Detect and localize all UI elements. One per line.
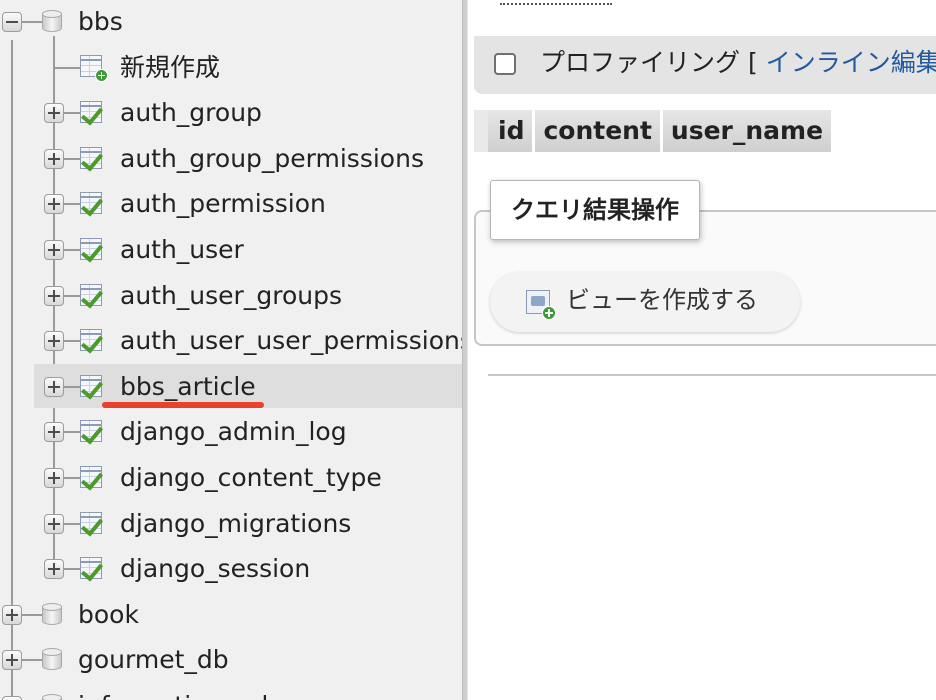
profiling-checkbox[interactable] <box>494 53 516 75</box>
new-table-icon <box>80 55 108 82</box>
tree-guide-line <box>64 158 80 160</box>
column-header-content[interactable]: content <box>535 110 663 152</box>
table-icon <box>80 420 106 445</box>
db-row-book[interactable]: book <box>0 593 462 637</box>
expand-icon[interactable] <box>44 377 64 397</box>
table-icon <box>80 147 106 172</box>
db-name[interactable]: gourmet_db <box>78 645 229 675</box>
table-icon <box>80 375 106 400</box>
database-icon <box>42 10 62 34</box>
tree-guide-line <box>64 112 80 114</box>
table-name[interactable]: django_session <box>120 554 310 584</box>
database-icon <box>42 603 62 627</box>
create-view-label: ビューを作成する <box>566 286 758 314</box>
add-icon <box>542 306 556 320</box>
tree-guide-line <box>22 21 42 23</box>
table-row-auth_group_permissions[interactable]: auth_group_permissions <box>0 137 462 181</box>
expand-icon[interactable] <box>44 103 64 123</box>
tree-guide-line <box>64 203 80 205</box>
table-icon <box>80 466 106 491</box>
table-icon <box>80 284 106 309</box>
collapse-icon[interactable] <box>2 12 22 32</box>
create-view-button[interactable]: ビューを作成する <box>490 272 800 332</box>
table-icon <box>80 512 106 537</box>
table-name[interactable]: auth_permission <box>120 189 326 219</box>
table-icon <box>80 557 106 582</box>
db-name[interactable]: bbs <box>78 7 123 37</box>
main-content: プロファイリング [ インライン編集 id content user_name … <box>468 0 936 700</box>
expand-icon[interactable] <box>44 240 64 260</box>
table-name[interactable]: auth_user <box>120 235 244 265</box>
profiling-bar: プロファイリング [ インライン編集 <box>474 36 936 94</box>
truncated-link[interactable] <box>500 0 612 5</box>
table-name[interactable]: django_admin_log <box>120 417 347 447</box>
table-row-django_session[interactable]: django_session <box>0 547 462 591</box>
table-row-auth_group[interactable]: auth_group <box>0 91 462 135</box>
table-icon <box>80 329 106 354</box>
table-row-auth_user_groups[interactable]: auth_user_groups <box>0 274 462 318</box>
tree-guide-line <box>22 659 42 661</box>
profiling-label: プロファイリング <box>540 48 741 77</box>
tree-guide-line <box>64 386 80 388</box>
db-name[interactable]: book <box>78 600 139 630</box>
tree-guide-line <box>64 477 80 479</box>
table-icon <box>80 101 106 126</box>
tree-guide-line <box>54 67 80 69</box>
expand-icon[interactable] <box>44 422 64 442</box>
inline-edit-link[interactable]: インライン編集 <box>766 48 936 77</box>
tree-guide-line <box>64 523 80 525</box>
expand-icon[interactable] <box>44 559 64 579</box>
table-row-auth_user[interactable]: auth_user <box>0 228 462 272</box>
expand-icon[interactable] <box>2 650 22 670</box>
bracket-open: [ <box>747 48 758 77</box>
table-name[interactable]: auth_user_groups <box>120 281 342 311</box>
tree-guide-line <box>22 614 42 616</box>
expand-icon[interactable] <box>2 696 22 700</box>
db-row-gourmet_db[interactable]: gourmet_db <box>0 638 462 682</box>
table-row-django_admin_log[interactable]: django_admin_log <box>0 410 462 454</box>
column-header-user_name[interactable]: user_name <box>662 110 835 152</box>
annotation-underline <box>102 402 264 408</box>
result-table-header: id content user_name <box>474 110 835 152</box>
table-name[interactable]: auth_group <box>120 98 262 128</box>
tree-guide-line <box>64 295 80 297</box>
expand-icon[interactable] <box>44 468 64 488</box>
new-label[interactable]: 新規作成 <box>120 53 220 83</box>
table-name[interactable]: auth_group_permissions <box>120 144 424 174</box>
table-name-selected[interactable]: bbs_article <box>120 372 256 402</box>
expand-icon[interactable] <box>44 286 64 306</box>
database-icon <box>42 694 62 700</box>
expand-icon[interactable] <box>44 194 64 214</box>
table-icon <box>80 192 106 217</box>
table-row-auth_user_user_permissions[interactable]: auth_user_user_permissions <box>0 319 462 363</box>
section-divider <box>488 374 936 376</box>
expand-icon[interactable] <box>44 331 64 351</box>
tree-item-new[interactable]: 新規作成 <box>0 46 462 90</box>
tree-guide-line <box>64 431 80 433</box>
tree-guide-line <box>64 568 80 570</box>
table-name[interactable]: django_migrations <box>120 509 351 539</box>
db-row-bbs[interactable]: bbs <box>0 0 462 44</box>
profiling-label-group: プロファイリング [ インライン編集 <box>540 48 936 78</box>
table-row-auth_permission[interactable]: auth_permission <box>0 182 462 226</box>
column-header-id[interactable]: id <box>474 110 536 152</box>
table-name[interactable]: auth_user_user_permissions <box>120 326 462 356</box>
db-row-information_schema[interactable]: information_schema <box>0 684 462 700</box>
navigation-panel: bbs 新規作成 auth_group auth_group_permissio… <box>0 0 462 700</box>
db-name[interactable]: information_schema <box>78 691 332 700</box>
query-result-operations-legend: クエリ結果操作 <box>490 180 700 240</box>
tree-guide-line <box>64 249 80 251</box>
tree-guide-line <box>64 340 80 342</box>
table-row-django_content_type[interactable]: django_content_type <box>0 456 462 500</box>
table-icon <box>80 238 106 263</box>
table-row-django_migrations[interactable]: django_migrations <box>0 502 462 546</box>
expand-icon[interactable] <box>2 605 22 625</box>
table-name[interactable]: django_content_type <box>120 463 382 493</box>
expand-icon[interactable] <box>44 514 64 534</box>
database-icon <box>42 648 62 672</box>
expand-icon[interactable] <box>44 149 64 169</box>
